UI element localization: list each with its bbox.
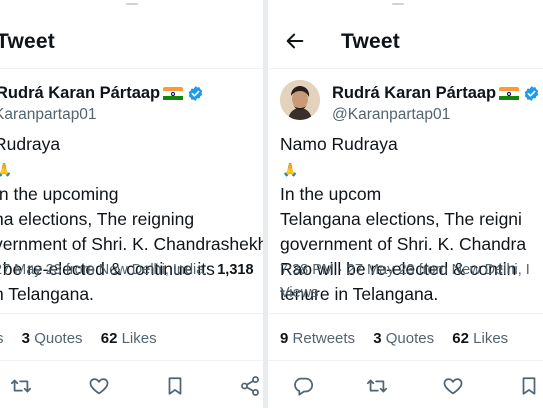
bookmark-icon[interactable] [518, 375, 540, 397]
page-title: Tweet [341, 30, 400, 53]
tweet-line: Rudraya 🙏 In the upcoming [0, 132, 263, 207]
likes-stat[interactable]: 62 Likes [452, 330, 508, 347]
quotes-stat[interactable]: 3 Quotes [373, 330, 434, 347]
verified-badge-icon [524, 86, 539, 101]
page-title: Tweet [0, 30, 55, 53]
left-tweet-panel: Tweet Rudrá Karan Pártaap Karanpartap01 … [0, 0, 263, 408]
author-name-row[interactable]: Rudrá Karan Pártaap [332, 84, 540, 103]
author-name[interactable]: Rudrá Karan Pártaap [0, 84, 160, 103]
tweet-line: government of Shri. K. Chandra [280, 234, 527, 254]
tweet-line: na elections, The reigning [0, 209, 195, 229]
tweet-line: vernment of Shri. K. Chandrashekhar [0, 234, 263, 254]
stats-top-divider [268, 313, 543, 314]
author-name-row[interactable]: Rudrá Karan Pártaap [0, 84, 204, 103]
verified-badge-icon [188, 86, 203, 101]
india-flag-icon [499, 86, 520, 101]
stats-bottom-divider [268, 360, 543, 361]
author-name[interactable]: Rudrá Karan Pártaap [332, 84, 496, 103]
status-bar-indicator [392, 3, 404, 6]
header-divider [0, 68, 263, 69]
tweet-line: Namo Rudraya 🙏 In the upcom [280, 132, 526, 207]
heart-icon[interactable] [88, 375, 110, 397]
tweet-line: Telangana elections, The reigni [280, 209, 522, 229]
reply-icon[interactable] [292, 375, 314, 397]
quotes-stat[interactable]: 3 Quotes [22, 330, 83, 347]
share-icon[interactable] [239, 375, 261, 397]
india-flag-icon [163, 86, 184, 101]
author-handle[interactable]: Karanpartap01 [0, 106, 97, 124]
status-bar-indicator [126, 3, 138, 6]
header-divider [268, 68, 543, 69]
tweet-meta: 27 May 23 from New Delhi, India · 1,318 [0, 262, 254, 278]
engagement-stats: s 3 Quotes 62 Likes [0, 330, 157, 347]
avatar[interactable] [280, 80, 320, 120]
stats-bottom-divider [0, 360, 263, 361]
bookmark-icon[interactable] [164, 375, 186, 397]
views-label: Views [280, 285, 319, 301]
retweet-icon[interactable] [10, 375, 32, 397]
retweet-icon[interactable] [366, 375, 388, 397]
tweet-meta: 7:38 PM · 27 May 23 from New Delhi, I [280, 262, 530, 278]
arrow-left-icon[interactable] [284, 30, 306, 52]
tweet-line: n Telangana. [0, 284, 94, 304]
author-handle[interactable]: @Karanpartap01 [332, 106, 450, 124]
right-tweet-panel: Tweet Rudrá Karan Pártaap @Karanpartap01… [268, 0, 543, 408]
engagement-stats: 9 Retweets 3 Quotes 62 Likes [280, 330, 508, 347]
stats-top-divider [0, 313, 263, 314]
views-count: 1,318 [217, 262, 254, 278]
likes-stat[interactable]: 62 Likes [101, 330, 157, 347]
folded-hands-emoji: 🙏 [282, 162, 299, 177]
retweets-stat[interactable]: 9 Retweets [280, 330, 355, 347]
tweet-text: Namo Rudraya 🙏 In the upcom Telangana ele… [280, 132, 526, 307]
tweet-text: Rudraya 🙏 In the upcoming na elections, T… [0, 132, 263, 307]
folded-hands-emoji: 🙏 [0, 162, 13, 177]
heart-icon[interactable] [442, 375, 464, 397]
